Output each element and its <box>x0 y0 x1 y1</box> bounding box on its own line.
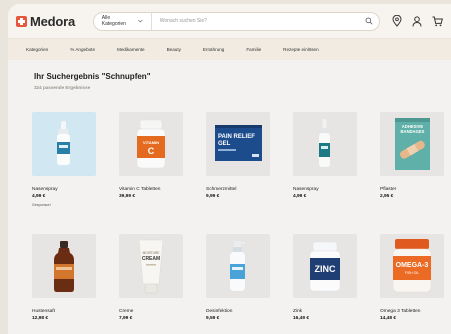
nasal-spray-image <box>57 121 70 165</box>
bandage-box-image: ADHESIVE BANDAGES <box>395 118 430 170</box>
product-price: 9,59 € <box>206 316 220 321</box>
search-input[interactable] <box>151 18 359 24</box>
product-price: 12,98 € <box>32 316 49 321</box>
product-name: Schmerzmittel <box>206 187 237 192</box>
product-name: Zink <box>293 309 303 314</box>
header-actions <box>392 15 443 27</box>
product-card[interactable]: ZINC Zink 16,49 € <box>293 234 357 334</box>
user-icon[interactable] <box>412 15 422 27</box>
pain-relief-box-image: PAIN RELIEF GEL <box>215 125 262 161</box>
product-image[interactable] <box>32 234 96 298</box>
product-label-line: CREAM <box>142 256 160 262</box>
nav-item-angebote[interactable]: % Angebote <box>70 47 95 52</box>
nav-item-familie[interactable]: Familie <box>246 47 261 52</box>
product-card[interactable]: ADHESIVE BANDAGES Pflaster 2,95 € <box>380 112 444 232</box>
nasal-spray-image <box>319 119 330 167</box>
product-name: Creme <box>119 309 134 314</box>
category-select[interactable]: Alle Kategorien <box>94 12 152 30</box>
product-grid: Nasenspray 4,99 € Gesponsort VITAMIN C V… <box>32 112 444 232</box>
disinfectant-spray-image <box>230 241 245 291</box>
product-image[interactable]: OMEGA-3 FISH OIL <box>380 234 444 298</box>
product-card[interactable]: PAIN RELIEF GEL Schmerzmittel 9,99 € <box>206 112 270 232</box>
product-card[interactable]: Nasenspray 4,99 € Gesponsort <box>32 112 96 232</box>
product-image[interactable] <box>32 112 96 176</box>
product-name: Vitamin C Tabletten <box>119 187 161 192</box>
product-price: 16,49 € <box>293 316 310 321</box>
product-label-line: VITAMIN <box>143 140 159 145</box>
brand-name: Medora <box>30 13 76 29</box>
results-heading: Ihr Suchergebnis "Schnupfen" 324 passend… <box>8 60 451 90</box>
product-image[interactable] <box>206 234 270 298</box>
product-price: 2,95 € <box>380 194 394 199</box>
chevron-down-icon <box>138 19 143 23</box>
product-price: 14,48 € <box>380 316 397 321</box>
product-card[interactable]: VITAMIN C Vitamin C Tabletten 39,99 € <box>119 112 183 232</box>
product-card[interactable]: OMEGA-3 FISH OIL Omega 3 Tabletten 14,48… <box>380 234 444 334</box>
product-price: 4,99 € <box>293 194 307 199</box>
search-bar: Alle Kategorien <box>92 11 380 31</box>
product-label-line: C <box>148 146 155 156</box>
product-grid-row-2: Hustensaft 12,98 € MOISTURE CREAM Creme … <box>32 234 444 334</box>
product-card[interactable]: Desinfektion 9,59 € <box>206 234 270 334</box>
product-price: 7,99 € <box>119 316 133 321</box>
sponsored-label: Gesponsort <box>32 203 51 207</box>
product-label-line: FISH OIL <box>405 271 420 275</box>
page-title: Ihr Suchergebnis "Schnupfen" <box>34 72 151 81</box>
cream-tube-image: MOISTURE CREAM <box>138 239 164 294</box>
product-name: Omega 3 Tabletten <box>380 309 421 314</box>
product-label-line: BANDAGES <box>401 129 425 134</box>
nav-item-kategorien[interactable]: Kategorien <box>26 47 48 52</box>
product-name: Hustensaft <box>32 309 55 314</box>
product-image[interactable]: ADHESIVE BANDAGES <box>380 112 444 176</box>
product-image[interactable]: VITAMIN C <box>119 112 183 176</box>
category-nav: Kategorien % Angebote Medikamente Beauty… <box>8 38 451 60</box>
product-label-line: GEL <box>218 141 231 147</box>
product-image[interactable]: PAIN RELIEF GEL <box>206 112 270 176</box>
top-bar: Medora Alle Kategorien <box>8 4 451 38</box>
nav-item-medikamente[interactable]: Medikamente <box>117 47 145 52</box>
product-label-line: MOISTURE <box>143 251 160 255</box>
product-name: Desinfektion <box>206 309 233 314</box>
vitamin-c-bottle-image: VITAMIN C <box>136 119 166 169</box>
brand-logo[interactable]: Medora <box>16 14 89 29</box>
product-price: 9,99 € <box>206 194 220 199</box>
product-name: Nasenspray <box>293 187 319 192</box>
cart-icon[interactable] <box>432 16 443 27</box>
product-label-line: PAIN RELIEF <box>218 134 255 140</box>
search-button[interactable] <box>359 17 379 25</box>
search-icon <box>365 17 373 25</box>
product-label-line: OMEGA-3 <box>396 262 429 269</box>
result-count: 324 passende Ergebnisse <box>34 85 91 90</box>
product-image[interactable]: ZINC <box>293 234 357 298</box>
product-card[interactable]: MOISTURE CREAM Creme 7,99 € <box>119 234 183 334</box>
location-pin-icon[interactable] <box>392 15 402 27</box>
nav-item-beauty[interactable]: Beauty <box>167 47 181 52</box>
category-select-label: Alle Kategorien <box>101 15 126 27</box>
product-image[interactable]: MOISTURE CREAM <box>119 234 183 298</box>
product-card[interactable]: Nasenspray 4,99 € <box>293 112 357 232</box>
cross-logo-icon <box>16 15 27 27</box>
product-label-line: ZINC <box>315 264 336 274</box>
nav-item-rezepte[interactable]: Rezepte einlösen <box>283 47 319 52</box>
product-image[interactable] <box>293 112 357 176</box>
app-window: Medora Alle Kategorien Kategorien % Ange… <box>8 4 451 334</box>
nav-item-ernaehrung[interactable]: Ernährung <box>203 47 224 52</box>
product-card[interactable]: Hustensaft 12,98 € <box>32 234 96 334</box>
product-price: 39,99 € <box>119 194 136 199</box>
cough-syrup-image <box>54 241 74 292</box>
omega-bottle-image: OMEGA-3 FISH OIL <box>392 239 432 293</box>
zinc-bottle-image: ZINC <box>309 241 341 292</box>
product-price: 4,99 € <box>32 194 46 199</box>
product-name: Nasenspray <box>32 187 58 192</box>
product-name: Pflaster <box>380 187 397 192</box>
